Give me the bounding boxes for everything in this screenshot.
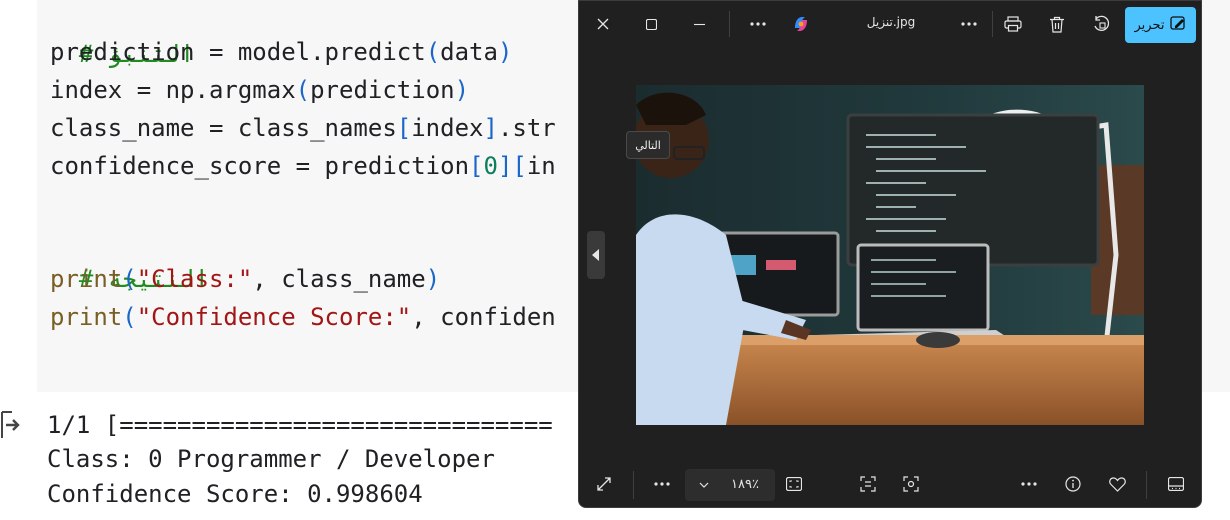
previous-photo-button[interactable] [587, 231, 605, 279]
code-line-print-class: print("Class:", class_name) [50, 260, 440, 298]
bracket: ] [483, 114, 498, 142]
code-arg: index [411, 114, 484, 142]
paren: ( [295, 76, 311, 104]
tooltip: التالي [626, 131, 670, 159]
rotate-icon[interactable] [1090, 13, 1112, 35]
output-progress: 1/1 [============================== [47, 411, 553, 439]
more-actions-icon[interactable] [958, 13, 980, 35]
more-actions-icon[interactable] [1018, 473, 1040, 495]
code-fn: print [50, 303, 123, 331]
filmstrip-icon[interactable] [1165, 473, 1187, 495]
code-text: .str [497, 114, 556, 142]
scan-text-icon[interactable] [857, 473, 879, 495]
displayed-photo[interactable] [636, 85, 1144, 425]
maximize-icon[interactable] [641, 13, 661, 35]
bracket: [ [512, 152, 527, 180]
code-line-confidence: confidence_score = prediction[0][in [50, 147, 556, 185]
output-arrow-icon[interactable] [0, 408, 22, 442]
code-text: , class_name [252, 265, 426, 293]
toolbar-divider [633, 471, 634, 499]
output-class: Class: 0 Programmer / Developer [47, 445, 495, 473]
output-score: Confidence Score: 0.998604 [47, 480, 423, 508]
code-text: prediction = model.predict [50, 38, 426, 66]
paren: ( [122, 265, 137, 293]
zoom-level: ١٨٩٪ [731, 477, 759, 492]
paren: ) [454, 76, 470, 104]
bracket: [ [469, 152, 484, 180]
paren: ) [497, 38, 513, 66]
paren: ( [122, 303, 137, 331]
code-text: , confiden [411, 303, 556, 331]
paren: ) [425, 265, 441, 293]
delete-icon[interactable] [1046, 13, 1068, 35]
zoom-dropdown[interactable]: ١٨٩٪ [685, 469, 775, 501]
code-line-print-score: print("Confidence Score:", confiden [50, 298, 556, 336]
edit-button[interactable]: تحرير [1125, 7, 1196, 43]
close-icon[interactable] [593, 13, 613, 35]
code-text: class_name = class_names [50, 114, 397, 142]
bracket: ] [497, 152, 513, 180]
code-number: 0 [483, 152, 498, 180]
code-text: in [526, 152, 556, 180]
print-icon[interactable] [1002, 13, 1024, 35]
toolbar-divider [992, 11, 993, 37]
code-line-class-name: class_name = class_names[index].str [50, 109, 556, 147]
code-arg: data [440, 38, 498, 66]
fullscreen-icon[interactable] [593, 473, 615, 495]
visual-search-icon[interactable] [900, 473, 922, 495]
paren: ( [425, 38, 441, 66]
fit-window-icon[interactable] [783, 473, 805, 495]
code-comment-prediction: # التنبؤ [50, 0, 195, 68]
window-title: تنزيل.jpg [866, 15, 916, 29]
chevron-down-icon [699, 482, 709, 488]
copilot-icon[interactable] [790, 13, 812, 35]
bracket: [ [396, 114, 412, 142]
code-string: "Class:" [136, 265, 253, 293]
more-options-icon[interactable] [747, 13, 769, 35]
code-text: confidence_score = prediction [50, 152, 470, 180]
code-fn: print [50, 265, 123, 293]
more-options-icon[interactable] [651, 473, 673, 495]
code-line-predict: prediction = model.predict(data) [50, 33, 512, 71]
edit-label: تحرير [1134, 17, 1165, 33]
minimize-icon[interactable] [689, 13, 709, 35]
code-text: index = np.argmax [50, 76, 296, 104]
code-comment-result: # النتيجة [50, 222, 209, 293]
photo-viewer-window: تنزيل.jpg تحرير التالي ١٨٩٪ [578, 0, 1202, 508]
info-icon[interactable] [1062, 473, 1084, 495]
previous-icon [592, 249, 599, 261]
viewer-bottom-bar: ١٨٩٪ [579, 461, 1201, 507]
code-gutter [0, 0, 37, 392]
code-line-argmax: index = np.argmax(prediction) [50, 71, 469, 109]
toolbar-divider [729, 11, 730, 37]
favorite-heart-icon[interactable] [1106, 473, 1128, 495]
code-arg: prediction [310, 76, 455, 104]
edit-image-icon [1170, 15, 1186, 35]
toolbar-divider [1146, 471, 1147, 499]
code-string: "Confidence Score:" [136, 303, 412, 331]
